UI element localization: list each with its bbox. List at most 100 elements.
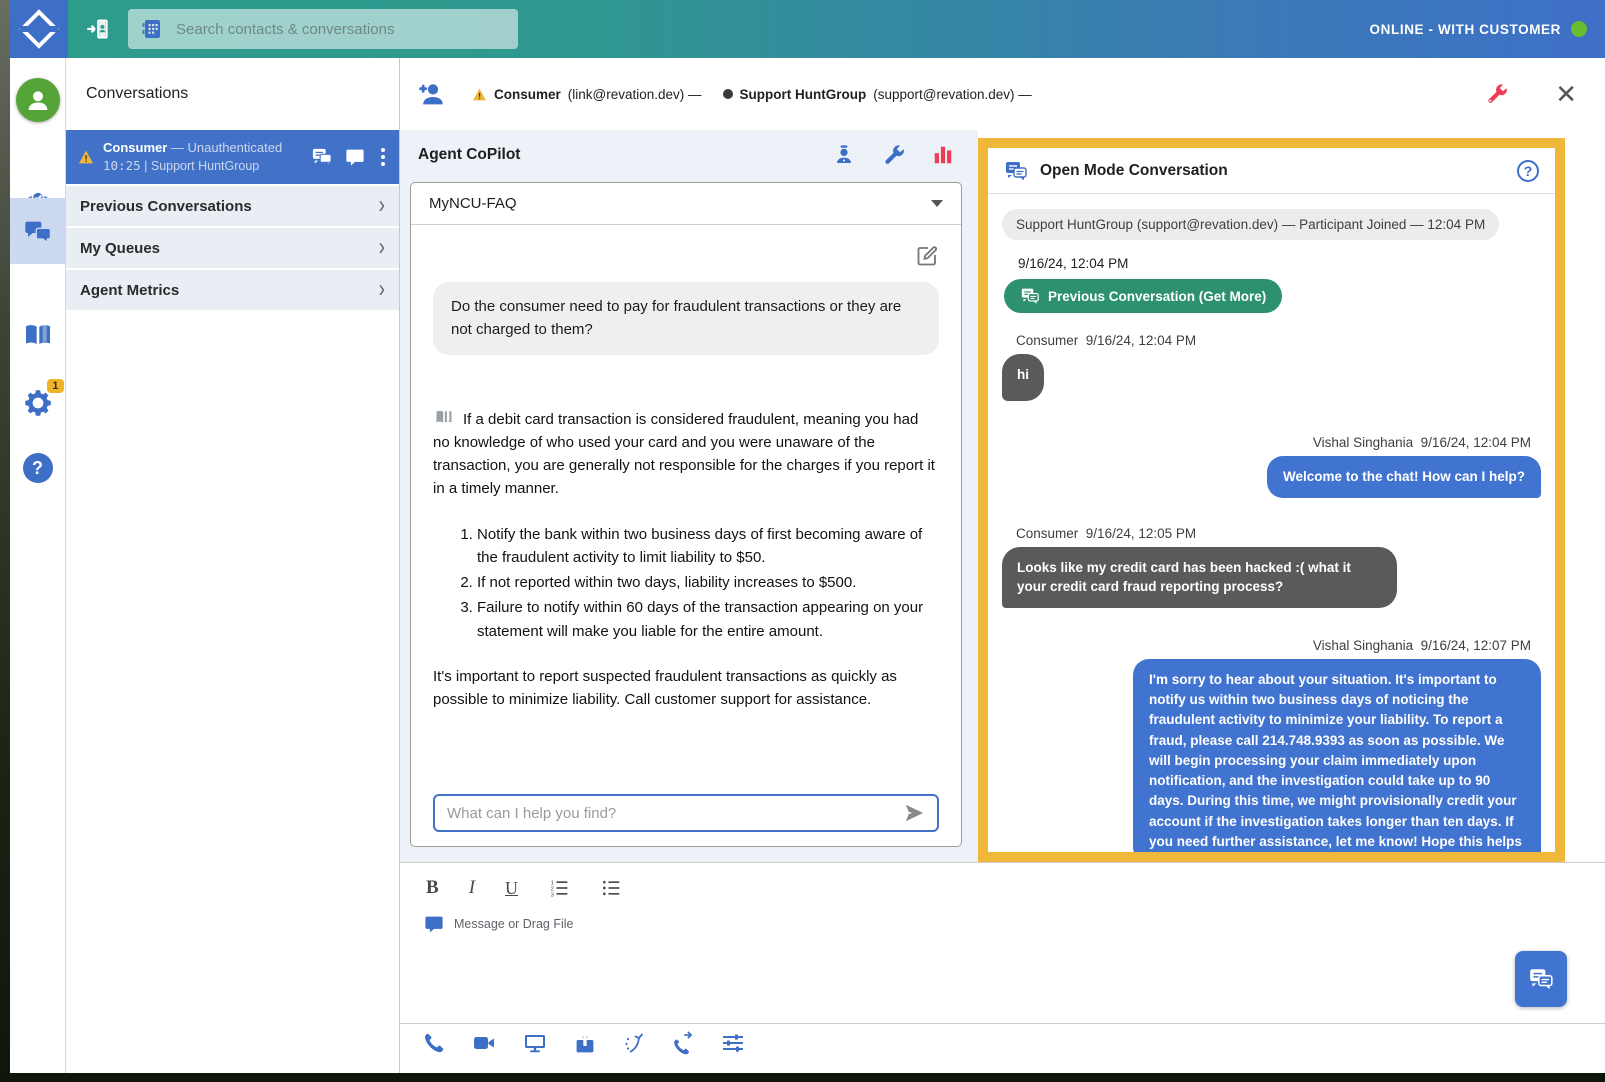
more-menu-icon[interactable] [377, 146, 389, 168]
conversation-status: — Unauthenticated [171, 140, 282, 155]
call-settings-icon[interactable] [720, 1031, 746, 1055]
bold-button[interactable]: B [426, 877, 439, 899]
agent-status-label: ONLINE - WITH CUSTOMER [1370, 22, 1561, 37]
chat-bubbles-icon [22, 215, 54, 247]
answer-intro: If a debit card transaction is considere… [433, 411, 935, 498]
agent-copilot-panel: Agent CoPilot MyNCU-FAQ [400, 130, 978, 862]
warning-icon [78, 150, 94, 164]
open-mode-conversation-panel: Open Mode Conversation ? Support HuntGro… [978, 138, 1565, 862]
message-input-area[interactable]: Message or Drag File [424, 915, 1605, 933]
nav-settings[interactable]: 1 [10, 376, 65, 430]
nav-help[interactable]: ? [10, 443, 65, 493]
message-meta: Vishal Singhania 9/16/24, 12:04 PM [1016, 435, 1531, 450]
debug-wrench-icon[interactable] [1485, 82, 1509, 106]
open-mode-chat-icon [1004, 160, 1028, 182]
participant-consumer-email: (link@revation.dev) — [568, 87, 702, 102]
ordered-list-button[interactable]: 123 [548, 878, 570, 898]
knowledge-base-select[interactable]: MyNCU-FAQ [411, 183, 961, 225]
video-call-icon[interactable] [471, 1031, 497, 1055]
kb-source-book-icon [433, 407, 455, 427]
search-input[interactable] [176, 21, 506, 38]
copilot-tools-wrench-icon[interactable] [882, 143, 906, 167]
session-timestamp: 9/16/24, 12:04 PM [1018, 256, 1541, 271]
message-meta: Consumer 9/16/24, 12:05 PM [1016, 526, 1541, 541]
copilot-analytics-icon[interactable] [932, 144, 954, 166]
online-status-dot-icon [1571, 21, 1587, 37]
section-agent-metrics[interactable]: Agent Metrics › [66, 270, 399, 310]
message-composer: B I U 123 Message or Drag File [400, 862, 1605, 1073]
warning-icon [472, 88, 487, 101]
agent-status[interactable]: ONLINE - WITH CUSTOMER [1370, 21, 1587, 37]
add-participant-icon[interactable] [418, 81, 448, 107]
bullet-list-button[interactable] [600, 878, 622, 898]
chevron-right-icon: › [379, 192, 385, 221]
open-mode-header: Open Mode Conversation ? [988, 148, 1555, 194]
send-chat-icon [1528, 967, 1554, 991]
contacts-search-icon [140, 17, 164, 41]
left-nav-rail: 1 ? [10, 58, 66, 1073]
answer-steps: Notify the bank within two business days… [433, 523, 939, 643]
open-mode-transcript: Support HuntGroup (support@revation.dev)… [988, 195, 1555, 852]
answer-step: Failure to notify within 60 days of the … [477, 596, 939, 643]
message-bubble-icon [424, 915, 444, 933]
conversation-item-consumer[interactable]: Consumer — Unauthenticated 10:25 | Suppo… [66, 130, 399, 184]
transfer-call-icon[interactable] [671, 1031, 695, 1055]
copilot-search-box[interactable] [433, 794, 939, 832]
svg-text:3: 3 [551, 892, 554, 898]
open-contact-directory-icon[interactable] [84, 16, 110, 42]
divider [400, 1023, 1605, 1024]
conversation-queue: Support HuntGroup [151, 159, 259, 173]
app-window: ONLINE - WITH CUSTOMER [10, 0, 1605, 1073]
copilot-card: MyNCU-FAQ Do the consumer need to pay fo… [410, 182, 962, 847]
message-bubble: Looks like my credit card has been hacke… [1002, 547, 1397, 608]
conversations-panel: Conversations Consumer — Unauthenticated… [66, 58, 400, 1073]
global-search[interactable] [128, 9, 518, 49]
copilot-title: Agent CoPilot [418, 146, 520, 164]
app-logo[interactable] [10, 0, 68, 58]
conversation-timer: 10:25 [103, 158, 141, 173]
screen-share-icon[interactable] [522, 1031, 548, 1055]
top-app-bar: ONLINE - WITH CUSTOMER [10, 0, 1605, 58]
send-message-button[interactable] [1515, 951, 1567, 1007]
call-controls [422, 1031, 746, 1055]
message-placeholder: Message or Drag File [454, 917, 574, 931]
underline-button[interactable]: U [505, 878, 518, 899]
nav-conversations-selected[interactable] [10, 198, 65, 264]
italic-button[interactable]: I [469, 877, 475, 899]
close-icon[interactable]: ✕ [1555, 81, 1577, 107]
chat-icon[interactable] [345, 148, 365, 166]
copilot-search-input[interactable] [447, 805, 903, 822]
participant-agent-name: Support HuntGroup [740, 87, 867, 102]
agent-persona-icon[interactable] [832, 143, 856, 167]
file-share-icon[interactable] [573, 1031, 597, 1055]
book-icon [22, 319, 54, 351]
section-previous-conversations[interactable]: Previous Conversations › [66, 186, 399, 226]
send-icon[interactable] [903, 802, 925, 824]
answer-outro: It's important to report suspected fraud… [433, 665, 939, 712]
auto-transfer-icon[interactable] [622, 1031, 646, 1055]
new-question-icon[interactable] [915, 244, 939, 268]
previous-conversation-button[interactable]: Previous Conversation (Get More) [1004, 279, 1282, 313]
profile-avatar[interactable] [10, 75, 65, 125]
knowledge-base-value: MyNCU-FAQ [429, 195, 517, 212]
settings-badge: 1 [47, 379, 63, 393]
diamond-logo-icon [22, 12, 56, 46]
open-mode-help-icon[interactable]: ? [1517, 160, 1539, 182]
nav-knowledge-base[interactable] [10, 310, 65, 360]
voice-call-icon[interactable] [422, 1031, 446, 1055]
chevron-right-icon: › [379, 234, 385, 263]
answer-step: If not reported within two days, liabili… [477, 571, 939, 594]
participant-presence-dot-icon [723, 89, 733, 99]
help-icon: ? [23, 453, 53, 483]
participant-consumer-name: Consumer [494, 87, 561, 102]
answer-step: Notify the bank within two business days… [477, 523, 939, 570]
message-meta: Consumer 9/16/24, 12:04 PM [1016, 333, 1541, 348]
transcript-icon[interactable] [311, 147, 333, 167]
format-toolbar: B I U 123 [400, 863, 1605, 899]
conversation-workspace: Consumer (link@revation.dev) — Support H… [400, 58, 1605, 1073]
section-my-queues[interactable]: My Queues › [66, 228, 399, 268]
copilot-answer: If a debit card transaction is considere… [433, 407, 939, 712]
message-meta: Vishal Singhania 9/16/24, 12:07 PM [1016, 638, 1531, 653]
message-bubble: hi [1002, 354, 1044, 401]
participant-agent-email: (support@revation.dev) — [873, 87, 1032, 102]
